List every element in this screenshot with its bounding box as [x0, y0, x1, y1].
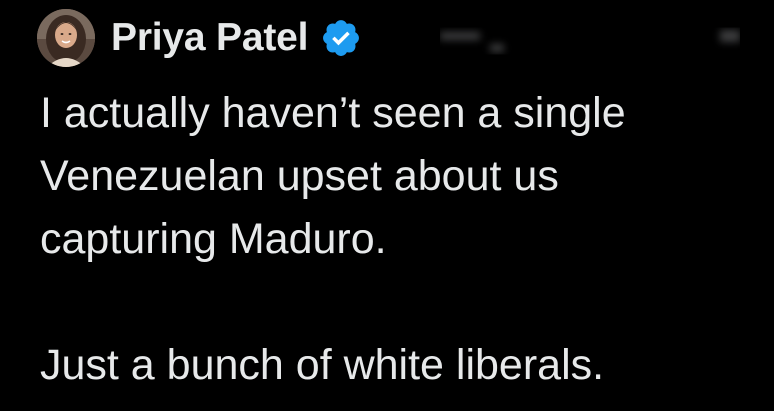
- tweet-line-2: Venezuelan upset about us: [40, 152, 559, 200]
- tweet-text: I actually haven’t seen a single Venezue…: [40, 82, 760, 397]
- tweet-line-4: Just a bunch of white liberals.: [40, 341, 605, 389]
- tweet-line-3: capturing Maduro.: [40, 215, 387, 263]
- tweet-header: Priya Patel: [37, 9, 362, 67]
- redacted-handle: [440, 20, 740, 60]
- tweet-line-1: I actually haven’t seen a single: [40, 89, 626, 137]
- verified-badge-icon: [320, 17, 362, 59]
- author-display-name[interactable]: Priya Patel: [111, 16, 308, 60]
- avatar[interactable]: [37, 9, 95, 67]
- tweet-card[interactable]: Priya Patel I actually haven’t seen a si…: [0, 0, 774, 411]
